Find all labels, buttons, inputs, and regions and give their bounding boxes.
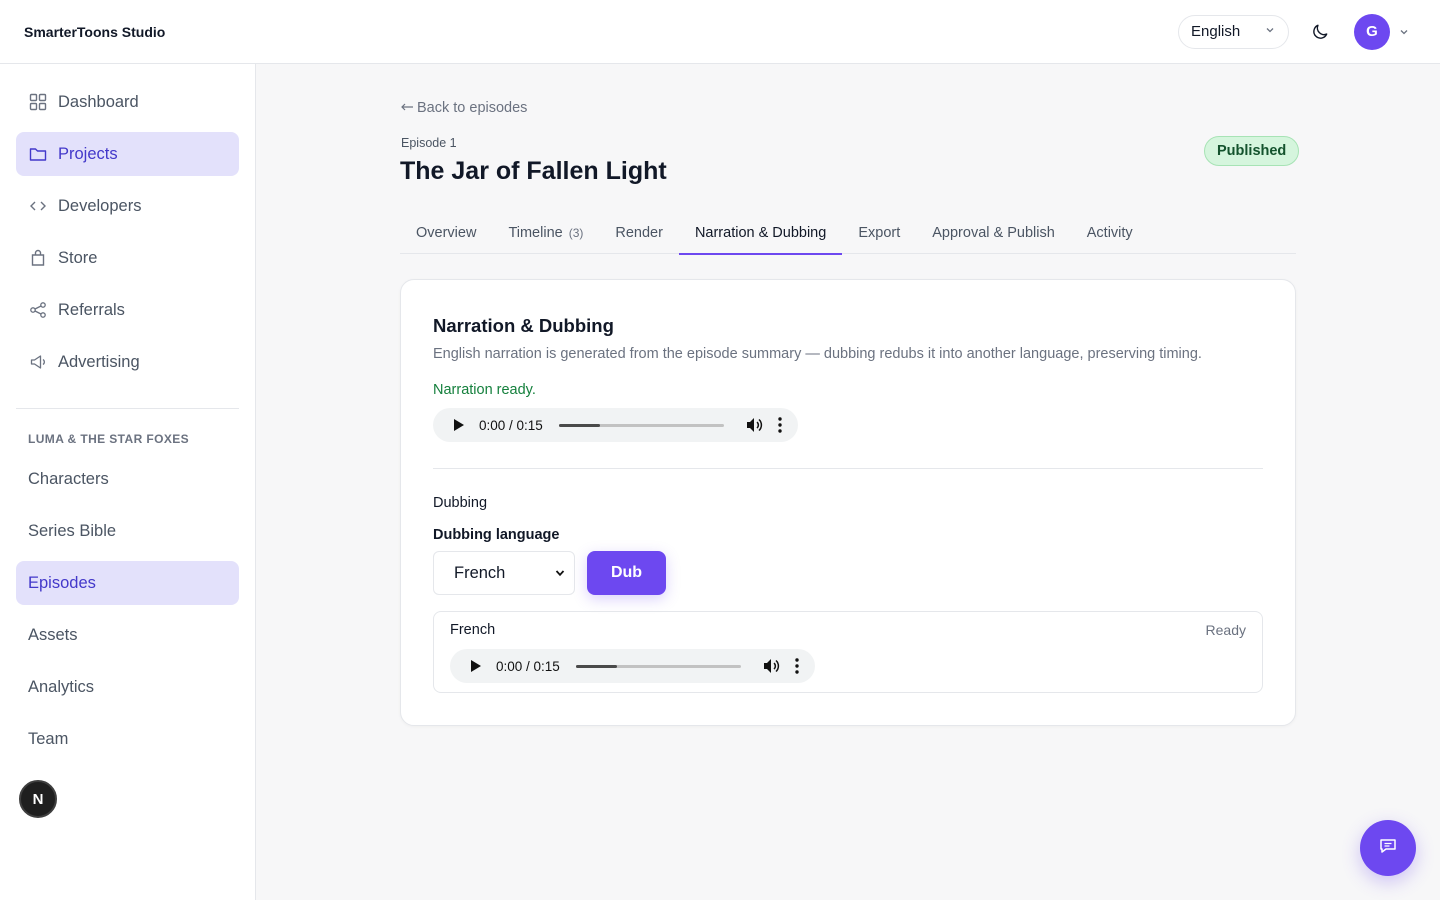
tab-label: Overview (416, 225, 477, 241)
player-seek-bar[interactable] (575, 664, 741, 668)
tab-count: (3) (568, 226, 584, 240)
player-time: 0:00 / 0:15 (496, 658, 560, 674)
grid-icon (28, 92, 48, 112)
play-icon[interactable] (466, 659, 486, 673)
sidebar-item-referrals[interactable]: Referrals (16, 288, 239, 332)
volume-icon[interactable] (763, 658, 781, 674)
chevron-down-icon (554, 567, 566, 579)
sidebar-item-label: Advertising (58, 352, 140, 371)
player-buffered (558, 423, 601, 427)
player-buffered (575, 664, 618, 668)
moon-icon[interactable] (1309, 21, 1331, 43)
sidebar-item-dashboard[interactable]: Dashboard (16, 80, 239, 124)
sidebar-item-episodes[interactable]: Episodes (16, 561, 239, 605)
sidebar-item-label: Episodes (28, 573, 96, 592)
dubbing-language-select[interactable]: French (433, 551, 575, 595)
language-select[interactable]: English (1178, 14, 1289, 49)
sidebar-item-developers[interactable]: Developers (16, 184, 239, 228)
sidebar-item-store[interactable]: Store (16, 236, 239, 280)
chevron-down-icon[interactable] (1398, 26, 1410, 38)
tab-export[interactable]: Export (842, 212, 916, 254)
tab-render[interactable]: Render (599, 212, 679, 254)
sidebar: Dashboard Projects Developers Store Refe… (0, 64, 256, 900)
sidebar-item-characters[interactable]: Characters (16, 457, 239, 501)
sidebar-item-label: Store (58, 248, 98, 267)
sidebar-item-label: Assets (28, 625, 78, 644)
sidebar-item-label: Series Bible (28, 521, 117, 540)
sidebar-item-label: Characters (28, 469, 109, 488)
language-select-value: English (1191, 23, 1241, 40)
dubbing-language-label: Dubbing language (433, 527, 560, 543)
narration-audio-player: 0:00 / 0:15 (433, 408, 798, 442)
episode-tabs: Overview Timeline (3) Render Narration & … (400, 212, 1296, 255)
avatar[interactable]: G (1354, 13, 1390, 50)
megaphone-icon (28, 352, 48, 372)
sidebar-divider (16, 408, 239, 409)
tab-approval-publish[interactable]: Approval & Publish (916, 212, 1071, 254)
player-time: 0:00 / 0:15 (479, 417, 543, 433)
tab-label: Render (615, 225, 663, 241)
back-link[interactable]: Back to episodes (400, 100, 527, 116)
dub-audio-player: 0:00 / 0:15 (450, 649, 815, 683)
chat-button[interactable] (1360, 820, 1416, 876)
bag-icon (28, 248, 48, 268)
sidebar-item-projects[interactable]: Projects (16, 132, 239, 176)
sidebar-item-label: Team (28, 729, 69, 748)
more-options-icon[interactable] (778, 417, 782, 433)
dub-result-item: French Ready 0:00 / 0:15 (433, 611, 1263, 693)
narration-status: Narration ready. (433, 382, 536, 398)
volume-icon[interactable] (746, 417, 764, 433)
arrow-left-icon (400, 100, 414, 116)
page-title: The Jar of Fallen Light (400, 157, 667, 185)
main-content: Back to episodes Episode 1 The Jar of Fa… (256, 64, 1440, 900)
sidebar-item-series-bible[interactable]: Series Bible (16, 509, 239, 553)
narration-card: Narration & Dubbing English narration is… (400, 279, 1296, 726)
sidebar-item-label: Developers (58, 196, 142, 215)
tab-label: Export (858, 225, 901, 241)
top-bar-actions: English G (1178, 13, 1416, 50)
brand-name[interactable]: SmarterToons Studio (24, 24, 165, 40)
sidebar-item-label: Dashboard (58, 92, 139, 111)
top-bar: SmarterToons Studio English G (0, 0, 1440, 64)
dubbing-heading: Dubbing (433, 495, 488, 511)
sidebar-item-advertising[interactable]: Advertising (16, 340, 239, 384)
sidebar-item-label: Analytics (28, 677, 95, 696)
more-options-icon[interactable] (795, 658, 799, 674)
sidebar-item-team[interactable]: Team (16, 717, 239, 761)
dub-button[interactable]: Dub (587, 551, 666, 595)
tab-activity[interactable]: Activity (1071, 212, 1149, 254)
chat-icon (1379, 837, 1397, 860)
sidebar-item-assets[interactable]: Assets (16, 613, 239, 657)
card-title: Narration & Dubbing (433, 315, 614, 336)
dub-result-language: French (450, 622, 496, 638)
play-icon[interactable] (449, 418, 469, 432)
tab-label: Activity (1086, 225, 1133, 241)
back-link-label: Back to episodes (417, 100, 528, 116)
project-section-label: LUMA & THE STAR FOXES (28, 432, 190, 446)
sidebar-item-label: Referrals (58, 300, 125, 319)
tab-label: Narration & Dubbing (694, 225, 827, 241)
tab-timeline[interactable]: Timeline (3) (492, 212, 599, 254)
sidebar-item-analytics[interactable]: Analytics (16, 665, 239, 709)
tab-narration-dubbing[interactable]: Narration & Dubbing (678, 212, 843, 255)
card-description: English narration is generated from the … (433, 346, 1202, 362)
status-badge: Published (1204, 136, 1300, 166)
tab-label: Timeline (508, 225, 563, 241)
card-divider (433, 468, 1263, 469)
chevron-down-icon (1264, 23, 1276, 40)
dubbing-language-value: French (454, 563, 506, 582)
sidebar-item-label: Projects (58, 144, 118, 163)
dub-result-status: Ready (1205, 622, 1246, 638)
tab-label: Approval & Publish (932, 225, 1055, 241)
folder-icon (28, 144, 48, 164)
share-icon (28, 300, 48, 320)
tab-overview[interactable]: Overview (400, 212, 492, 254)
player-seek-bar[interactable] (558, 423, 724, 427)
dev-tools-badge[interactable]: N (19, 780, 57, 818)
code-icon (28, 196, 48, 216)
episode-label: Episode 1 (401, 136, 457, 150)
